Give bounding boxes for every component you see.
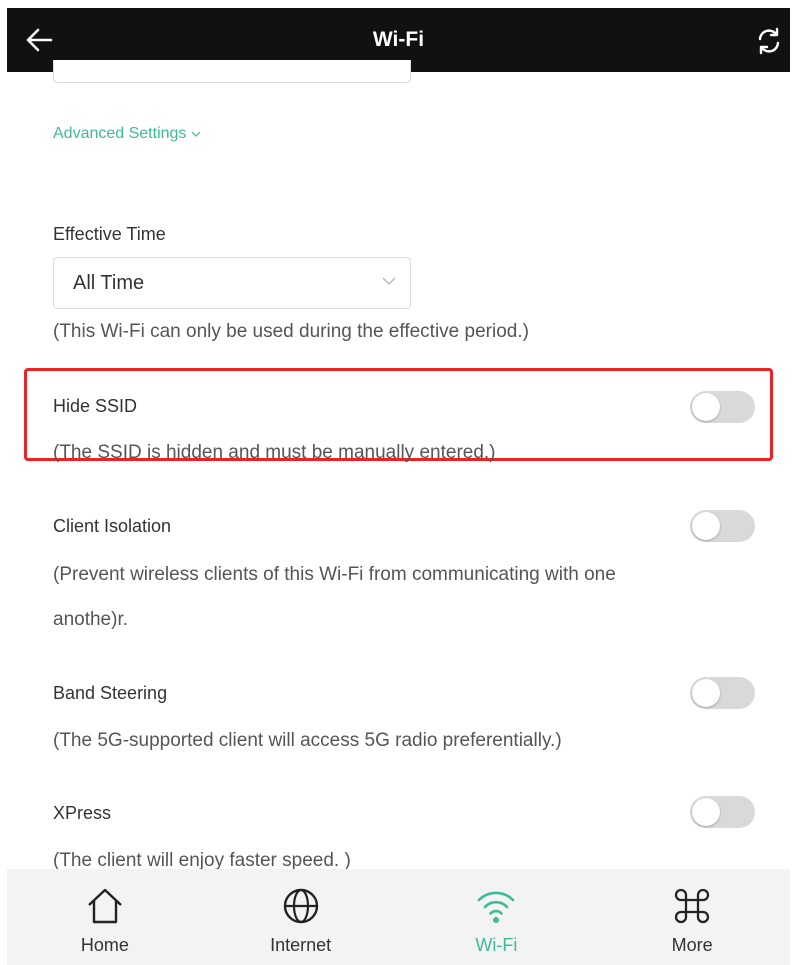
chevron-down-icon: [191, 131, 201, 137]
command-icon: [675, 888, 710, 924]
client-isolation-label: Client Isolation: [53, 516, 172, 536]
advanced-settings-label: Advanced Settings: [53, 125, 187, 142]
hide-ssid-description: (The SSID is hidden and must be manually…: [53, 442, 496, 463]
tab-internet[interactable]: Internet: [203, 869, 399, 965]
tab-label: Wi-Fi: [475, 935, 518, 955]
effective-time-description: (This Wi-Fi can only be used during the …: [53, 321, 529, 342]
band-steering-description: (The 5G-supported client will access 5G …: [53, 730, 562, 751]
hide-ssid-toggle[interactable]: [690, 391, 755, 423]
globe-icon: [283, 888, 318, 924]
chevron-down-icon: [382, 277, 396, 285]
refresh-icon[interactable]: [754, 26, 784, 56]
xpress-label: XPress: [53, 803, 112, 823]
tab-wifi[interactable]: Wi-Fi: [399, 869, 595, 965]
tab-label: More: [671, 935, 713, 955]
client-isolation-description: (Prevent wireless clients of this Wi-Fi …: [53, 564, 616, 585]
previous-input-field[interactable]: [53, 60, 411, 83]
home-icon: [88, 888, 122, 924]
effective-time-select[interactable]: All Time: [53, 257, 411, 309]
toggle-knob: [692, 798, 720, 826]
tab-home[interactable]: Home: [7, 869, 203, 965]
xpress-toggle[interactable]: [690, 796, 755, 828]
effective-time-label: Effective Time: [53, 224, 166, 244]
effective-time-value: All Time: [73, 272, 145, 294]
toggle-knob: [692, 679, 720, 707]
toggle-knob: [692, 393, 720, 421]
advanced-settings-link[interactable]: Advanced Settings: [53, 125, 201, 143]
tab-label: Internet: [270, 935, 332, 955]
client-isolation-description-cont: anothe)r.: [53, 609, 128, 630]
client-isolation-toggle[interactable]: [690, 510, 755, 542]
band-steering-label: Band Steering: [53, 683, 168, 703]
wifi-icon: [478, 891, 515, 923]
band-steering-toggle[interactable]: [690, 677, 755, 709]
tab-more[interactable]: More: [594, 869, 790, 965]
toggle-knob: [692, 512, 720, 540]
tab-label: Home: [80, 935, 129, 955]
hide-ssid-label: Hide SSID: [53, 396, 138, 416]
bottom-tab-bar: Home Internet Wi-Fi More: [7, 869, 790, 965]
